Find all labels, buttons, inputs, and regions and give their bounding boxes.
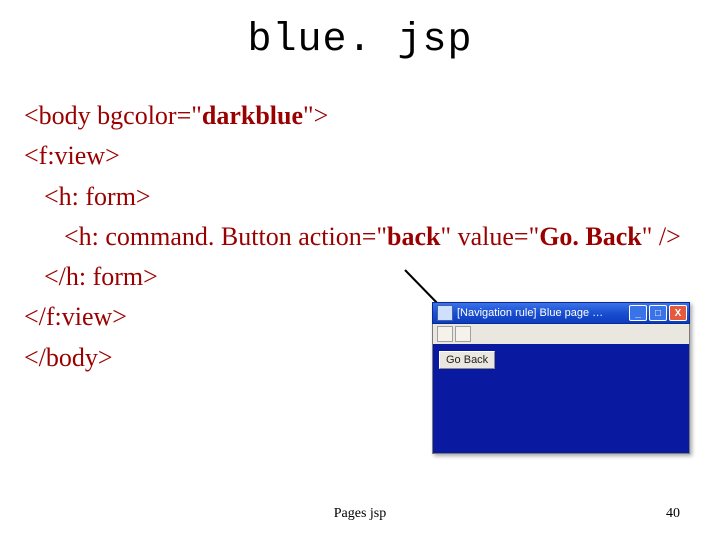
code-bold: Go. Back	[539, 222, 642, 251]
code-line-3: <h: form>	[24, 177, 696, 217]
code-bold: darkblue	[202, 101, 303, 130]
preview-window: [Navigation rule] Blue page … _ □ X Go B…	[432, 302, 690, 454]
window-client-area: Go Back	[432, 344, 690, 454]
code-text: " />	[642, 222, 681, 251]
code-text: <h: form>	[24, 177, 151, 217]
maximize-button[interactable]: □	[649, 305, 667, 321]
code-bold: back	[387, 222, 440, 251]
code-line-5: </h: form>	[24, 257, 696, 297]
minimize-button[interactable]: _	[629, 305, 647, 321]
window-titlebar[interactable]: [Navigation rule] Blue page … _ □ X	[432, 302, 690, 324]
code-text: </h: form>	[24, 257, 158, 297]
app-icon	[437, 305, 453, 321]
code-line-4: <h: command. Button action="back" value=…	[24, 217, 696, 257]
code-text: <body bgcolor="	[24, 101, 202, 130]
close-button[interactable]: X	[669, 305, 687, 321]
code-text: ">	[303, 101, 328, 130]
code-line-2: <f:view>	[24, 136, 696, 176]
go-back-button[interactable]: Go Back	[439, 351, 495, 369]
toolbar-icon[interactable]	[455, 326, 471, 342]
window-toolbar	[432, 324, 690, 344]
footer-label: Pages jsp	[0, 506, 720, 522]
code-line-1: <body bgcolor="darkblue">	[24, 96, 696, 136]
slide-title: blue. jsp	[0, 0, 720, 63]
code-text: <h: command. Button action="	[64, 222, 387, 251]
window-title: [Navigation rule] Blue page …	[457, 307, 629, 319]
toolbar-icon[interactable]	[437, 326, 453, 342]
code-text: " value="	[440, 222, 539, 251]
code-text: <h: command. Button action="back" value=…	[24, 217, 681, 257]
page-number: 40	[666, 506, 680, 522]
